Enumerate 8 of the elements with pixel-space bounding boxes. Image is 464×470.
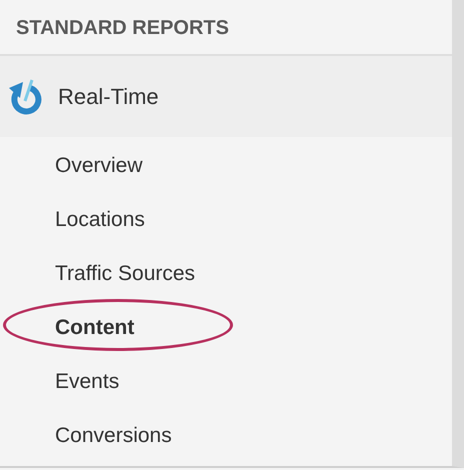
section-header[interactable]: Real-Time	[0, 56, 452, 137]
menu-item[interactable]: Traffic Sources	[0, 247, 196, 301]
menu-item[interactable]: Content	[0, 301, 134, 355]
menu-item[interactable]: Locations	[0, 193, 145, 247]
section-label: Real-Time	[58, 84, 159, 110]
menu-item[interactable]: Overview	[0, 139, 143, 193]
menu-item[interactable]: Conversions	[0, 409, 172, 463]
menu-item[interactable]: Events	[0, 355, 120, 409]
